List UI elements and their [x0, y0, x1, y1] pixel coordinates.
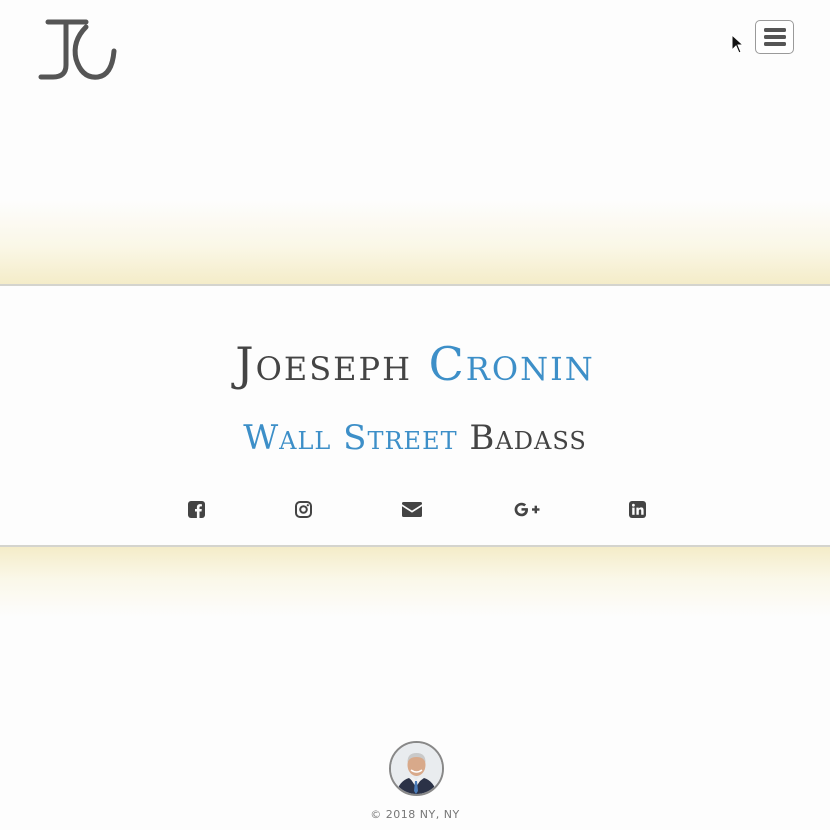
copyright-text: © 2018 NY, NY	[370, 808, 460, 821]
tagline-rest: Badass	[469, 418, 587, 458]
google-plus-icon	[514, 502, 539, 516]
facebook-link[interactable]	[186, 498, 206, 520]
top-glow-divider	[0, 200, 830, 285]
email-link[interactable]	[400, 498, 424, 520]
linkedin-icon	[628, 500, 646, 518]
page-title: Joeseph Cronin	[0, 336, 830, 392]
menu-toggle-button[interactable]	[755, 20, 794, 54]
instagram-link[interactable]	[293, 498, 313, 520]
linkedin-link[interactable]	[627, 498, 647, 520]
mouse-cursor-icon	[731, 34, 745, 54]
last-name: Cronin	[428, 337, 595, 391]
jc-logo[interactable]	[36, 17, 120, 83]
facebook-icon	[187, 500, 205, 518]
bottom-glow-divider	[0, 547, 830, 617]
hamburger-menu-icon	[763, 28, 786, 46]
tagline-accent: Wall Street	[243, 418, 458, 458]
envelope-icon	[402, 501, 422, 517]
first-name: Joeseph	[235, 337, 412, 391]
google-plus-link[interactable]	[512, 498, 540, 520]
profile-photo	[391, 743, 442, 794]
instagram-icon	[294, 500, 312, 518]
tagline: Wall Street Badass	[0, 418, 830, 458]
profile-avatar	[389, 741, 444, 796]
